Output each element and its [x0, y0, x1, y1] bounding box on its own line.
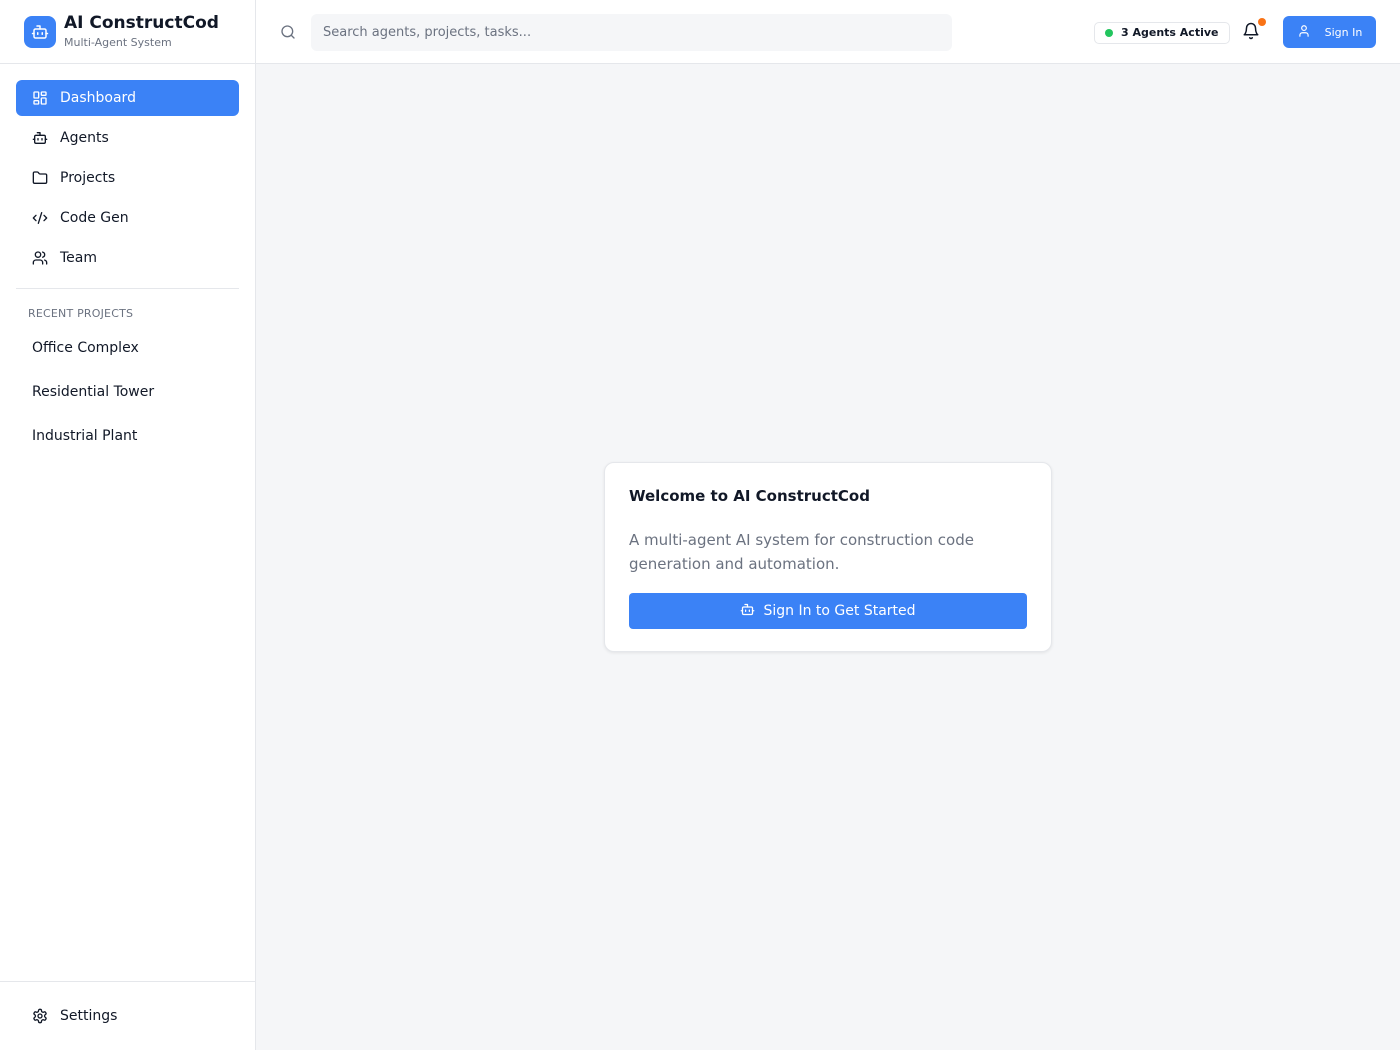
sidebar-item-code-gen[interactable]: Code Gen [16, 200, 239, 236]
users-icon [32, 250, 48, 266]
sidebar-footer: Settings [0, 981, 255, 1050]
agents-status-label: 3 Agents Active [1121, 26, 1219, 39]
welcome-description: A multi-agent AI system for construction… [629, 531, 974, 573]
sidebar: AI ConstructCod Multi-Agent System Dashb… [0, 0, 256, 1050]
notifications-button[interactable] [1242, 18, 1266, 44]
sidebar-item-team[interactable]: Team [16, 240, 239, 276]
sidebar-nav: Dashboard Agents Projects Code Gen Team [0, 64, 255, 276]
sidebar-item-label: Settings [60, 1008, 118, 1024]
sidebar-item-label: Projects [60, 170, 116, 186]
brand: AI ConstructCod Multi-Agent System [0, 0, 255, 64]
robot-icon [24, 15, 56, 48]
search-input[interactable] [311, 14, 952, 51]
gear-icon [32, 1008, 48, 1024]
user-icon [1297, 24, 1311, 41]
robot-icon [32, 130, 48, 146]
sidebar-item-label: Code Gen [60, 210, 129, 226]
grid-icon [32, 90, 48, 106]
welcome-title: Welcome to AI ConstructCod [629, 487, 870, 505]
recent-projects-list: Office Complex Residential Tower Industr… [0, 320, 255, 458]
folder-icon [32, 170, 48, 186]
status-dot [1105, 29, 1113, 37]
sign-in-button[interactable]: Sign In [1283, 16, 1376, 48]
bell-icon [1242, 22, 1260, 44]
recent-project-industrial-plant[interactable]: Industrial Plant [16, 414, 239, 458]
sidebar-item-dashboard[interactable]: Dashboard [16, 80, 239, 116]
search-icon [280, 24, 296, 40]
app-subtitle: Multi-Agent System [64, 35, 172, 49]
code-icon [32, 210, 48, 226]
sidebar-item-label: Team [60, 250, 98, 266]
get-started-button[interactable]: Sign In to Get Started [629, 593, 1027, 629]
welcome-card: Welcome to AI ConstructCod A multi-agent… [604, 462, 1052, 652]
agents-status-badge: 3 Agents Active [1094, 22, 1230, 44]
sidebar-item-projects[interactable]: Projects [16, 160, 239, 196]
robot-icon [740, 602, 755, 621]
app-title: AI ConstructCod [64, 12, 219, 33]
sidebar-item-label: Dashboard [60, 90, 136, 106]
sidebar-item-settings[interactable]: Settings [16, 998, 239, 1034]
recent-projects-heading: RECENT PROJECTS [28, 307, 134, 320]
sign-in-label: Sign In [1324, 25, 1363, 39]
notification-dot [1258, 18, 1266, 26]
sidebar-item-label: Agents [60, 130, 109, 146]
recent-project-office-complex[interactable]: Office Complex [16, 326, 239, 370]
top-header: 3 Agents Active Sign In [256, 0, 1400, 64]
sidebar-item-agents[interactable]: Agents [16, 120, 239, 156]
get-started-label: Sign In to Get Started [763, 603, 916, 619]
recent-project-residential-tower[interactable]: Residential Tower [16, 370, 239, 414]
